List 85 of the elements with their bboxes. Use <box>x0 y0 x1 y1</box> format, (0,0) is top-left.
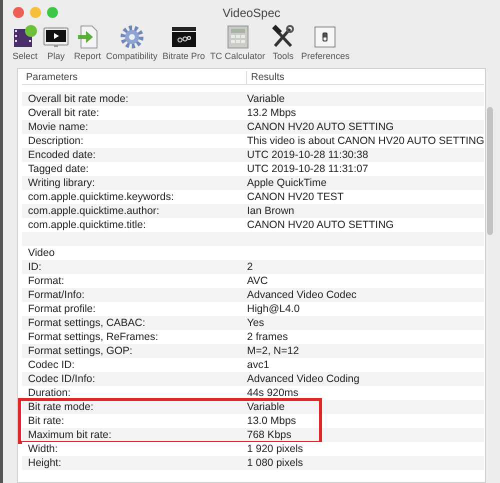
table-row[interactable]: Format settings, CABAC: Yes <box>22 316 484 330</box>
table-row[interactable]: Maximum bit rate: 768 Kbps <box>22 428 484 442</box>
toolbar-button[interactable]: Preferences <box>300 24 351 62</box>
toolbar-button[interactable]: Compatibility <box>105 24 159 62</box>
result-value: This video is about CANON HV20 AUTO SETTING <box>247 134 484 148</box>
parameter-label: Format settings, GOP: <box>27 344 134 358</box>
parameter-label: Bit rate mode: <box>27 400 94 414</box>
table-row[interactable]: com.apple.quicktime.author: Ian Brown <box>22 204 484 218</box>
table-row[interactable]: Format/Info: Advanced Video Codec <box>22 288 484 302</box>
result-value: UTC 2019-10-28 11:30:38 <box>247 148 368 162</box>
result-value: 1 080 pixels <box>247 456 304 470</box>
toolbar-button[interactable]: TC Calculator <box>209 24 266 62</box>
result-value: Ian Brown <box>247 204 294 218</box>
parameter-label: Duration: <box>27 386 72 400</box>
switch-panel-icon <box>312 24 338 50</box>
column-header[interactable]: Parameters <box>22 71 247 84</box>
parameter-label: Bit rate: <box>27 414 66 428</box>
calculator-icon <box>224 24 251 50</box>
maximize-button[interactable] <box>47 7 58 18</box>
parameter-label: Format profile: <box>27 302 97 316</box>
result-value: AVC <box>247 274 268 288</box>
result-value: Advanced Video Codec <box>247 288 357 302</box>
parameter-label: Movie name: <box>27 120 90 134</box>
result-value: 1 920 pixels <box>247 442 304 456</box>
result-value: CANON HV20 AUTO SETTING <box>247 218 394 232</box>
result-value: CANON HV20 AUTO SETTING <box>247 120 394 134</box>
table-row[interactable]: ID: 2 <box>22 260 484 274</box>
parameter-label: Overall bit rate: <box>27 106 100 120</box>
table-row[interactable]: Overall bit rate mode: Variable <box>22 92 484 106</box>
tools-icon <box>270 24 296 50</box>
table-row[interactable]: Height: 1 080 pixels <box>22 456 484 470</box>
column-header[interactable]: Results <box>247 71 484 84</box>
parameter-label: Format settings, ReFrames: <box>27 330 160 344</box>
result-value: 2 <box>247 260 253 274</box>
parameter-label: Overall bit rate mode: <box>27 92 130 106</box>
result-value: Advanced Video Coding <box>247 372 360 386</box>
table-row[interactable]: Codec ID/Info: Advanced Video Coding <box>22 372 484 386</box>
table-row[interactable]: Format settings, GOP: M=2, N=12 <box>22 344 484 358</box>
result-value: UTC 2019-10-28 11:31:07 <box>247 162 368 176</box>
toolbar-button[interactable]: Play <box>42 24 70 62</box>
parameter-label: Height: <box>27 456 62 470</box>
result-value: 13.2 Mbps <box>247 106 296 120</box>
minimize-button[interactable] <box>30 7 41 18</box>
table-row[interactable]: Movie name: CANON HV20 AUTO SETTING <box>22 120 484 134</box>
result-value: 13.0 Mbps <box>247 414 296 428</box>
table-row[interactable]: Encoded date: UTC 2019-10-28 11:30:38 <box>22 148 484 162</box>
parameter-label: Format/Info: <box>27 288 86 302</box>
result-value: 768 Kbps <box>247 428 292 442</box>
result-value: 2 frames <box>247 330 288 344</box>
parameter-label: Maximum bit rate: <box>27 428 112 442</box>
table-row[interactable]: Bit rate mode: Variable <box>22 400 484 414</box>
result-value: CANON HV20 TEST <box>247 190 344 204</box>
toolbar-button[interactable]: Bitrate Pro <box>162 24 206 62</box>
parameter-label: Description: <box>27 134 84 148</box>
parameter-label: Format: <box>27 274 66 288</box>
result-value: M=2, N=12 <box>247 344 299 358</box>
gear-icon <box>118 24 145 50</box>
parameter-label: ID: <box>27 260 42 274</box>
result-value: Variable <box>247 92 285 106</box>
parameter-label: Format settings, CABAC: <box>27 316 146 330</box>
parameter-label: Tagged date: <box>27 162 90 176</box>
parameter-label: Codec ID/Info: <box>27 372 96 386</box>
section-title: Video <box>28 247 55 259</box>
toolbar-button[interactable]: Report <box>73 24 102 62</box>
parameter-label: Writing library: <box>27 176 96 190</box>
parameter-label: Encoded date: <box>27 148 97 162</box>
close-button[interactable] <box>13 7 24 18</box>
scrollbar-thumb[interactable] <box>487 107 494 235</box>
parameter-label: com.apple.quicktime.author: <box>27 204 160 218</box>
result-value: High@L4.0 <box>247 302 300 316</box>
parameter-label: Width: <box>27 442 59 456</box>
parameter-label: Codec ID: <box>27 358 76 372</box>
window-title: VideoSpec <box>222 5 280 22</box>
result-value: Yes <box>247 316 264 330</box>
parameter-label: com.apple.quicktime.keywords: <box>27 190 175 204</box>
toolbar-button[interactable]: Select <box>11 24 39 62</box>
result-value: avc1 <box>247 358 270 372</box>
film-icon <box>12 24 38 50</box>
table-row[interactable]: Writing library: Apple QuickTime <box>22 176 484 190</box>
toolbar-button[interactable]: Tools <box>269 24 298 62</box>
result-value: 44s 920ms <box>247 386 298 400</box>
parameter-label: com.apple.quicktime.title: <box>27 218 147 232</box>
clapperboard-icon <box>170 24 198 50</box>
result-value: Variable <box>247 400 285 414</box>
result-value: Apple QuickTime <box>247 176 327 190</box>
